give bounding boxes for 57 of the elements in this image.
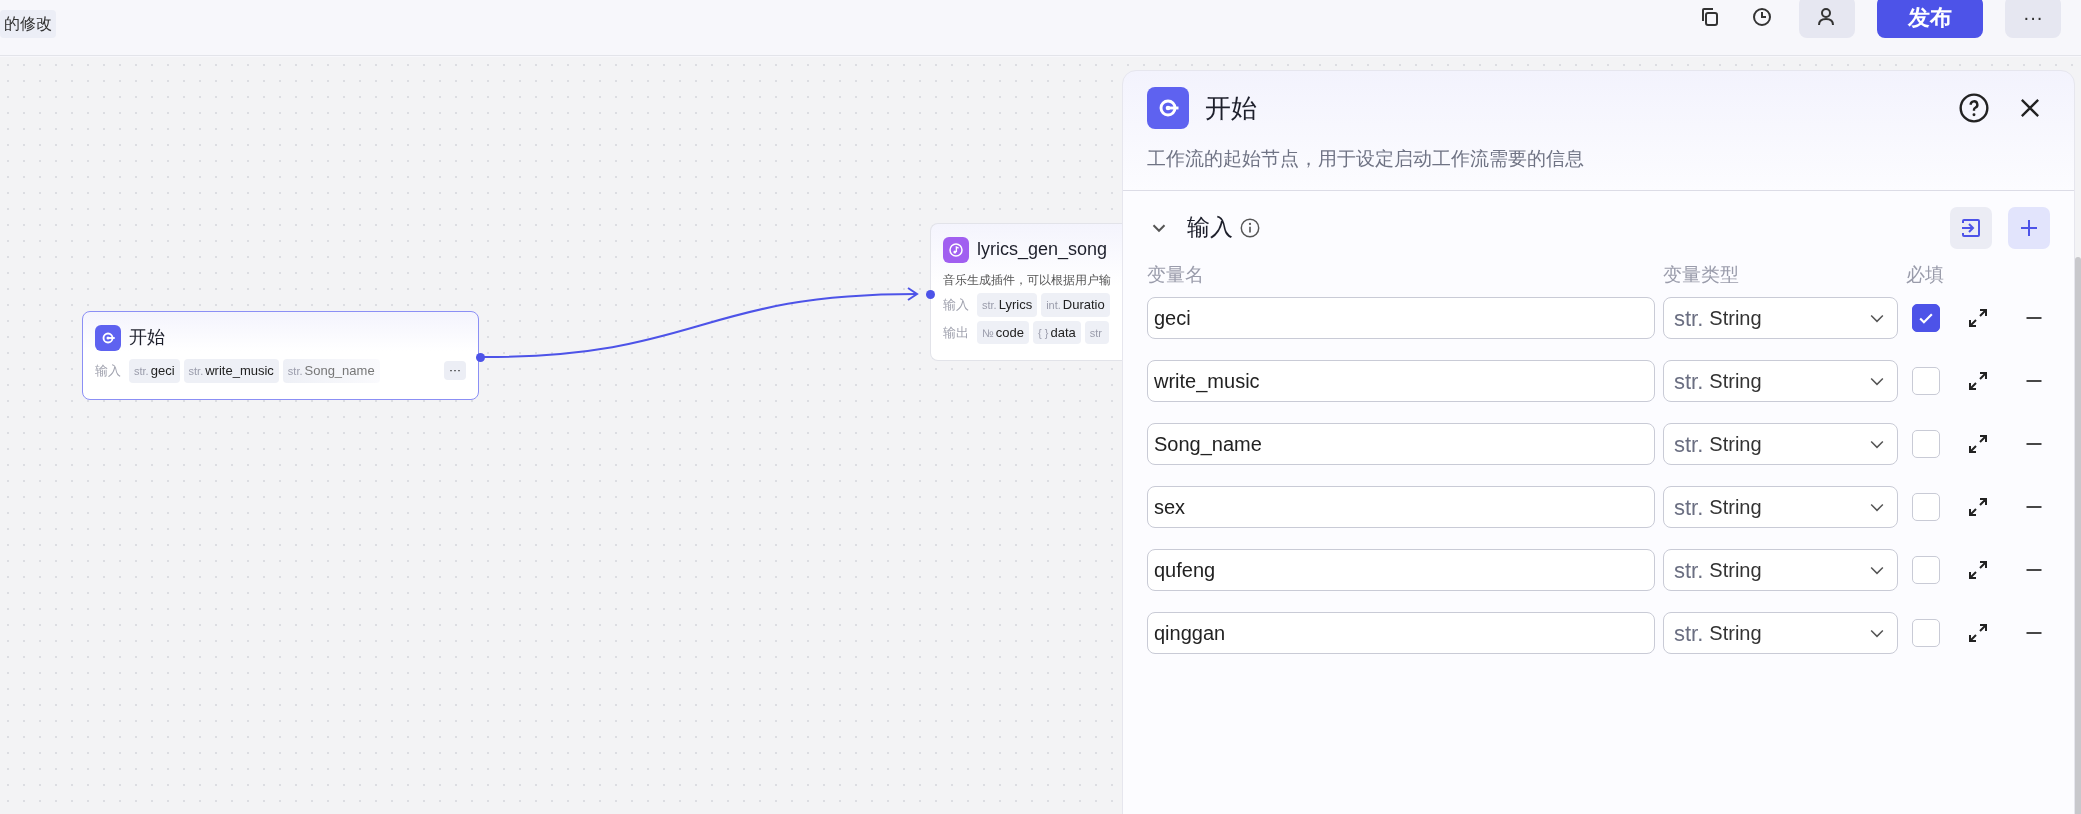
publish-button[interactable]: 发布 bbox=[1877, 0, 1983, 38]
row-label: 输入 bbox=[95, 362, 121, 380]
row-label: 输出 bbox=[943, 323, 969, 342]
panel-title: 开始 bbox=[1205, 91, 1257, 125]
variable-tag: str.write_music bbox=[183, 359, 279, 383]
more-button[interactable]: ··· bbox=[444, 361, 466, 381]
name-field[interactable]: write_music bbox=[1147, 360, 1655, 402]
notice-text: 的修改 bbox=[0, 10, 56, 38]
row-label: 输入 bbox=[943, 296, 969, 314]
variable-tag: str.Lyrics bbox=[977, 293, 1038, 317]
variable-tag: int.Duratio bbox=[1041, 293, 1110, 317]
expand-icon[interactable] bbox=[1966, 432, 1990, 456]
expand-icon[interactable] bbox=[1966, 621, 1990, 645]
info-icon[interactable] bbox=[1239, 216, 1261, 239]
column-header: 变量类型 bbox=[1663, 262, 1740, 287]
type-select[interactable]: str. String bbox=[1663, 486, 1898, 528]
type-select[interactable]: str. String bbox=[1663, 549, 1898, 591]
name-field[interactable]: sex bbox=[1147, 486, 1655, 528]
type-select[interactable]: str. String bbox=[1663, 297, 1898, 339]
variable-tag: str bbox=[1084, 320, 1109, 344]
type-select[interactable]: str. String bbox=[1663, 423, 1898, 465]
name-field[interactable]: qufeng bbox=[1147, 549, 1655, 591]
variable-tag: str.geci bbox=[129, 359, 180, 383]
port-dot[interactable] bbox=[926, 290, 935, 299]
type-select[interactable]: str. String bbox=[1663, 360, 1898, 402]
panel-description: 工作流的起始节点，用于设定启动工作流需要的信息 bbox=[1123, 145, 2074, 191]
start-icon bbox=[95, 324, 121, 351]
expand-icon[interactable] bbox=[1966, 369, 1990, 393]
import-button[interactable] bbox=[1950, 206, 1992, 249]
port-dot[interactable] bbox=[476, 353, 485, 362]
add-button[interactable] bbox=[2008, 206, 2050, 249]
node-title: 开始 bbox=[129, 326, 165, 349]
expand-icon[interactable] bbox=[1966, 495, 1990, 519]
node-title: lyrics_gen_song bbox=[977, 238, 1108, 262]
column-header: 变量名 bbox=[1147, 262, 1205, 287]
node-card[interactable]: 开始 输入 str.geci str.write_music str.Song_name ··· bbox=[82, 311, 479, 400]
music-icon bbox=[943, 236, 969, 263]
node-description: 音乐生成插件，可以根据用户输 bbox=[943, 272, 1110, 289]
scrollbar[interactable] bbox=[2075, 257, 2081, 814]
more-button[interactable]: ··· bbox=[2005, 0, 2061, 38]
name-field[interactable]: Song_name bbox=[1147, 423, 1655, 465]
name-field[interactable]: geci bbox=[1147, 297, 1655, 339]
variable-tag: { }data bbox=[1033, 320, 1081, 344]
column-header: 必填 bbox=[1906, 262, 1945, 287]
variable-tag: str.Song_name bbox=[282, 359, 380, 383]
expand-icon[interactable] bbox=[1966, 306, 1990, 330]
history-icon[interactable] bbox=[1750, 5, 1774, 29]
required-checkbox[interactable] bbox=[1912, 304, 1940, 332]
help-icon[interactable] bbox=[1958, 92, 1990, 124]
expand-icon[interactable] bbox=[1966, 558, 1990, 582]
variable-tag: №code bbox=[977, 320, 1029, 344]
start-icon bbox=[1147, 87, 1189, 129]
type-select[interactable]: str. String bbox=[1663, 612, 1898, 654]
name-field[interactable]: qinggan bbox=[1147, 612, 1655, 654]
user-button[interactable] bbox=[1799, 0, 1855, 38]
node-card[interactable]: lyrics_gen_song 音乐生成插件，可以根据用户输 输入 str.Lyrics int.Duratio 输出 №code { }data str bbox=[930, 223, 1122, 361]
section-title: 输入 bbox=[1187, 213, 1233, 243]
